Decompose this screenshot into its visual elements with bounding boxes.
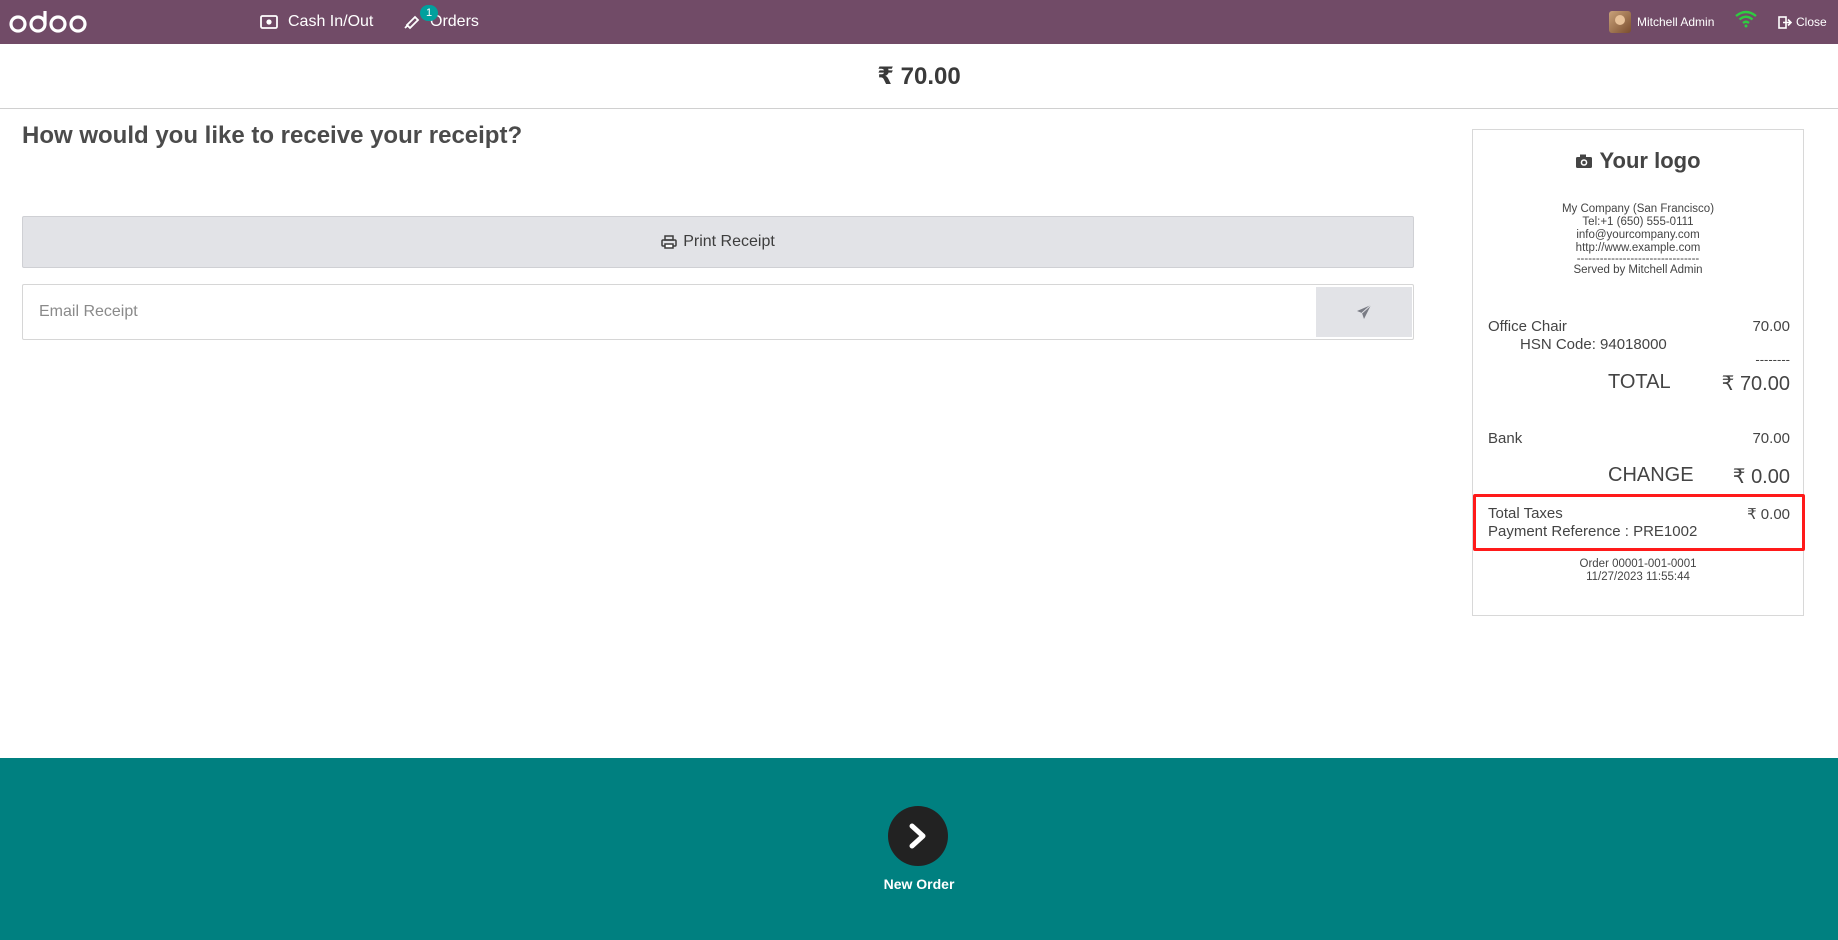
user-menu[interactable]: Mitchell Admin (1609, 0, 1714, 44)
print-receipt-button[interactable]: Print Receipt (22, 216, 1414, 268)
close-button[interactable]: Close (1778, 0, 1827, 44)
footer-bar: New Order (0, 758, 1838, 940)
print-receipt-label: Print Receipt (683, 233, 775, 250)
order-number: Order 00001-001-0001 (1579, 558, 1697, 570)
payment-reference: Payment Reference : PRE1002 (1488, 523, 1698, 540)
new-order-label: New Order (883, 876, 955, 892)
taxes-value: ₹ 0.00 (1747, 506, 1790, 523)
total-separator: -------- (1755, 352, 1790, 367)
cash-in-out-label: Cash In/Out (288, 13, 374, 30)
email-receipt-row (22, 284, 1414, 340)
paper-plane-icon (1357, 304, 1372, 319)
company-info: My Company (San Francisco) Tel:+1 (650) … (1473, 203, 1803, 277)
total-value: ₹ 70.00 (1721, 373, 1790, 395)
company-phone: Tel:+1 (650) 555-0111 (1582, 216, 1694, 228)
receipt-logo: Your logo (1473, 148, 1803, 174)
top-navbar: Cash In/Out 1 Orders Mitchell Admin Clos… (0, 0, 1838, 44)
amount-header: ₹ 70.00 (0, 44, 1838, 109)
payment-row: Bank 70.00 (1488, 430, 1790, 447)
new-order-button[interactable] (888, 806, 948, 866)
sign-out-icon (1778, 15, 1792, 29)
wifi-status-icon[interactable] (1735, 10, 1757, 33)
email-receipt-input[interactable] (23, 285, 1313, 339)
orders-count-badge: 1 (420, 5, 438, 21)
receipt-logo-text: Your logo (1599, 148, 1701, 173)
chevron-right-icon (909, 823, 926, 849)
odoo-logo-icon (9, 11, 87, 33)
money-icon (260, 15, 278, 29)
company-email: info@yourcompany.com (1576, 229, 1700, 241)
line-item-price: 70.00 (1752, 318, 1790, 335)
odoo-logo[interactable] (8, 6, 88, 38)
change-value: ₹ 0.00 (1732, 466, 1790, 488)
receipt-question: How would you like to receive your recei… (22, 122, 523, 149)
receipt-line-item: Office Chair 70.00 (1488, 318, 1790, 335)
user-name: Mitchell Admin (1637, 15, 1715, 29)
taxes-label: Total Taxes (1488, 505, 1563, 522)
company-separator: -------------------------------- (1576, 253, 1700, 265)
payment-amount: 70.00 (1752, 430, 1790, 447)
change-label: CHANGE (1608, 464, 1694, 486)
line-item-name: Office Chair (1488, 318, 1567, 335)
order-date: 11/27/2023 11:55:44 (1586, 571, 1690, 583)
camera-icon (1576, 154, 1593, 168)
orders-button[interactable]: 1 Orders (404, 0, 479, 44)
cash-in-out-button[interactable]: Cash In/Out (260, 0, 373, 44)
total-amount: ₹ 70.00 (877, 62, 961, 90)
taxes-row: Total Taxes ₹ 0.00 (1488, 505, 1790, 523)
total-label: TOTAL (1608, 371, 1671, 393)
ticket-icon (404, 15, 420, 30)
company-name: My Company (San Francisco) (1561, 203, 1715, 215)
send-email-button[interactable] (1316, 287, 1412, 337)
avatar (1609, 11, 1631, 33)
receipt-preview: Your logo My Company (San Francisco) Tel… (1472, 129, 1804, 616)
served-by: Served by Mitchell Admin (1573, 264, 1703, 276)
order-info: Order 00001-001-0001 11/27/2023 11:55:44 (1473, 558, 1803, 584)
close-label: Close (1796, 15, 1827, 29)
payment-method: Bank (1488, 430, 1523, 447)
print-icon (661, 235, 677, 249)
line-item-hsn: HSN Code: 94018000 (1520, 336, 1667, 353)
